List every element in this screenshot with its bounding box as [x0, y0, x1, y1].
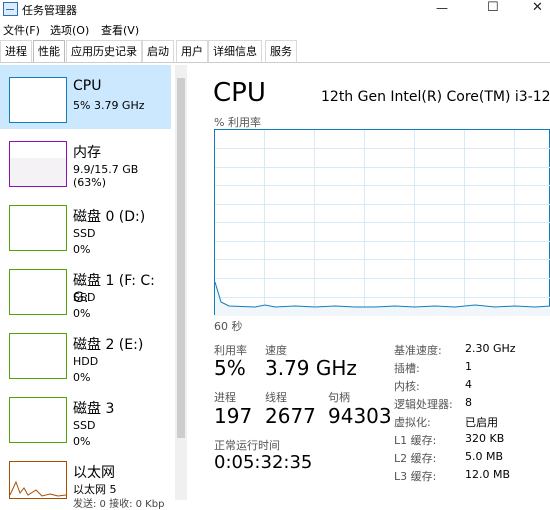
spec-logical-processors-value: 8: [465, 396, 472, 409]
uptime-label: 正常运行时间: [214, 439, 280, 452]
processes-value: 197: [214, 404, 253, 428]
spec-base-speed-value: 2.30 GHz: [465, 342, 516, 355]
sidebar-item-disk-0[interactable]: 磁盘 0 (D:) SSD 0%: [0, 193, 171, 257]
spec-base-speed-label: 基准速度:: [394, 344, 442, 357]
sidebar-item-disk-3[interactable]: 磁盘 3 SSD 0%: [0, 385, 171, 449]
page-title: CPU: [213, 78, 266, 108]
spec-l1-cache-value: 320 KB: [465, 432, 505, 445]
sidebar-item-label: CPU: [73, 78, 102, 94]
sidebar-item-detail: 5% 3.79 GHz: [73, 99, 145, 112]
spec-l2-cache-label: L2 缓存:: [394, 452, 437, 465]
spec-l2-cache-value: 5.0 MB: [465, 450, 504, 463]
menu-view[interactable]: 查看(V): [101, 22, 139, 38]
sidebar-item-label: 磁盘 3: [73, 401, 115, 417]
sidebar-item-disk-1[interactable]: 磁盘 1 (F: C: G: SSD 0%: [0, 257, 171, 321]
cpu-usage-graph: [214, 129, 550, 316]
sidebar-item-detail: HDD: [73, 355, 99, 368]
tab-startup[interactable]: 启动: [142, 40, 174, 62]
menu-file[interactable]: 文件(F): [3, 22, 40, 38]
maximize-button[interactable]: ☐: [487, 0, 499, 15]
disk-thumbnail-graph: [9, 333, 67, 379]
processes-label: 进程: [214, 391, 236, 404]
close-button[interactable]: ✕: [532, 0, 543, 15]
minimize-button[interactable]: —: [436, 1, 448, 15]
cpu-graph-svg: [215, 130, 550, 316]
sidebar-item-detail: 9.9/15.7 GB (63%): [73, 163, 139, 189]
spec-virtualization-value: 已启用: [465, 416, 498, 429]
sidebar-item-detail: 0%: [73, 435, 91, 448]
spec-sockets-label: 插槽:: [394, 362, 420, 375]
spec-virtualization-label: 虚拟化:: [394, 416, 431, 429]
spec-cores-value: 4: [465, 378, 472, 391]
spec-l3-cache-value: 12.0 MB: [465, 468, 511, 481]
tab-users[interactable]: 用户: [176, 40, 208, 62]
tab-processes[interactable]: 进程: [0, 40, 32, 62]
performance-sidebar: CPU 5% 3.79 GHz 内存 9.9/15.7 GB (63%) 磁盘 …: [0, 65, 188, 510]
speed-value: 3.79 GHz: [265, 356, 357, 380]
threads-label: 线程: [265, 391, 287, 404]
menu-options[interactable]: 选项(O): [50, 22, 89, 38]
tab-details[interactable]: 详细信息: [208, 40, 262, 62]
handles-value: 94303: [328, 404, 392, 428]
tab-app-history[interactable]: 应用历史记录: [66, 40, 142, 62]
spec-l1-cache-label: L1 缓存:: [394, 434, 437, 447]
sidebar-item-label: 磁盘 2 (E:): [73, 337, 144, 353]
sidebar-item-detail: 0%: [73, 307, 91, 320]
sidebar-item-cpu[interactable]: CPU 5% 3.79 GHz: [0, 65, 171, 129]
ethernet-thumbnail-line: [9, 480, 67, 497]
tab-performance[interactable]: 性能: [33, 40, 65, 62]
spec-l3-cache-label: L3 缓存:: [394, 470, 437, 483]
title-bar: 任务管理器 — ☐ ✕: [0, 0, 550, 18]
memory-thumbnail-graph: [9, 141, 67, 187]
sidebar-item-detail: 发送: 0 接收: 0 Kbp: [73, 499, 165, 510]
sidebar-item-disk-2[interactable]: 磁盘 2 (E:) HDD 0%: [0, 321, 171, 385]
uptime-value: 0:05:32:35: [214, 452, 313, 473]
ethernet-thumbnail-graph: [9, 461, 67, 499]
sidebar-scroll-thumb[interactable]: [177, 78, 185, 438]
spec-sockets-value: 1: [465, 360, 472, 373]
graph-time-label: 60 秒: [214, 320, 243, 333]
sidebar-item-detail: 0%: [73, 371, 91, 384]
sidebar-item-detail: SSD: [73, 227, 96, 240]
sidebar-item-ethernet[interactable]: 以太网 以太网 5 发送: 0 接收: 0 Kbp: [0, 449, 171, 510]
menu-bar: 文件(F) 选项(O) 查看(V): [0, 20, 550, 38]
spec-logical-processors-label: 逻辑处理器:: [394, 398, 453, 411]
sidebar-item-label: 磁盘 0 (D:): [73, 209, 146, 225]
sidebar-item-detail: SSD: [73, 419, 96, 432]
spec-cores-label: 内核:: [394, 380, 420, 393]
disk-thumbnail-graph: [9, 269, 67, 315]
sidebar-item-detail: 0%: [73, 243, 91, 256]
graph-label: % 利用率: [214, 116, 261, 129]
utilization-value: 5%: [214, 356, 246, 380]
cpu-thumbnail-graph: [9, 77, 67, 123]
sidebar-item-detail: SSD: [73, 291, 96, 304]
disk-thumbnail-graph: [9, 397, 67, 443]
handles-label: 句柄: [328, 391, 350, 404]
sidebar-item-label: 内存: [73, 145, 101, 161]
sidebar-item-memory[interactable]: 内存 9.9/15.7 GB (63%): [0, 129, 171, 193]
window-title: 任务管理器: [22, 4, 77, 17]
sidebar-item-label: 以太网: [73, 465, 115, 481]
tab-bar: 进程 性能 应用历史记录 启动 用户 详细信息 服务: [0, 40, 550, 63]
tab-services[interactable]: 服务: [265, 40, 297, 62]
task-manager-icon: [3, 2, 18, 16]
processor-name: 12th Gen Intel(R) Core(TM) i3-12: [321, 89, 550, 105]
threads-value: 2677: [265, 404, 316, 428]
disk-thumbnail-graph: [9, 205, 67, 251]
